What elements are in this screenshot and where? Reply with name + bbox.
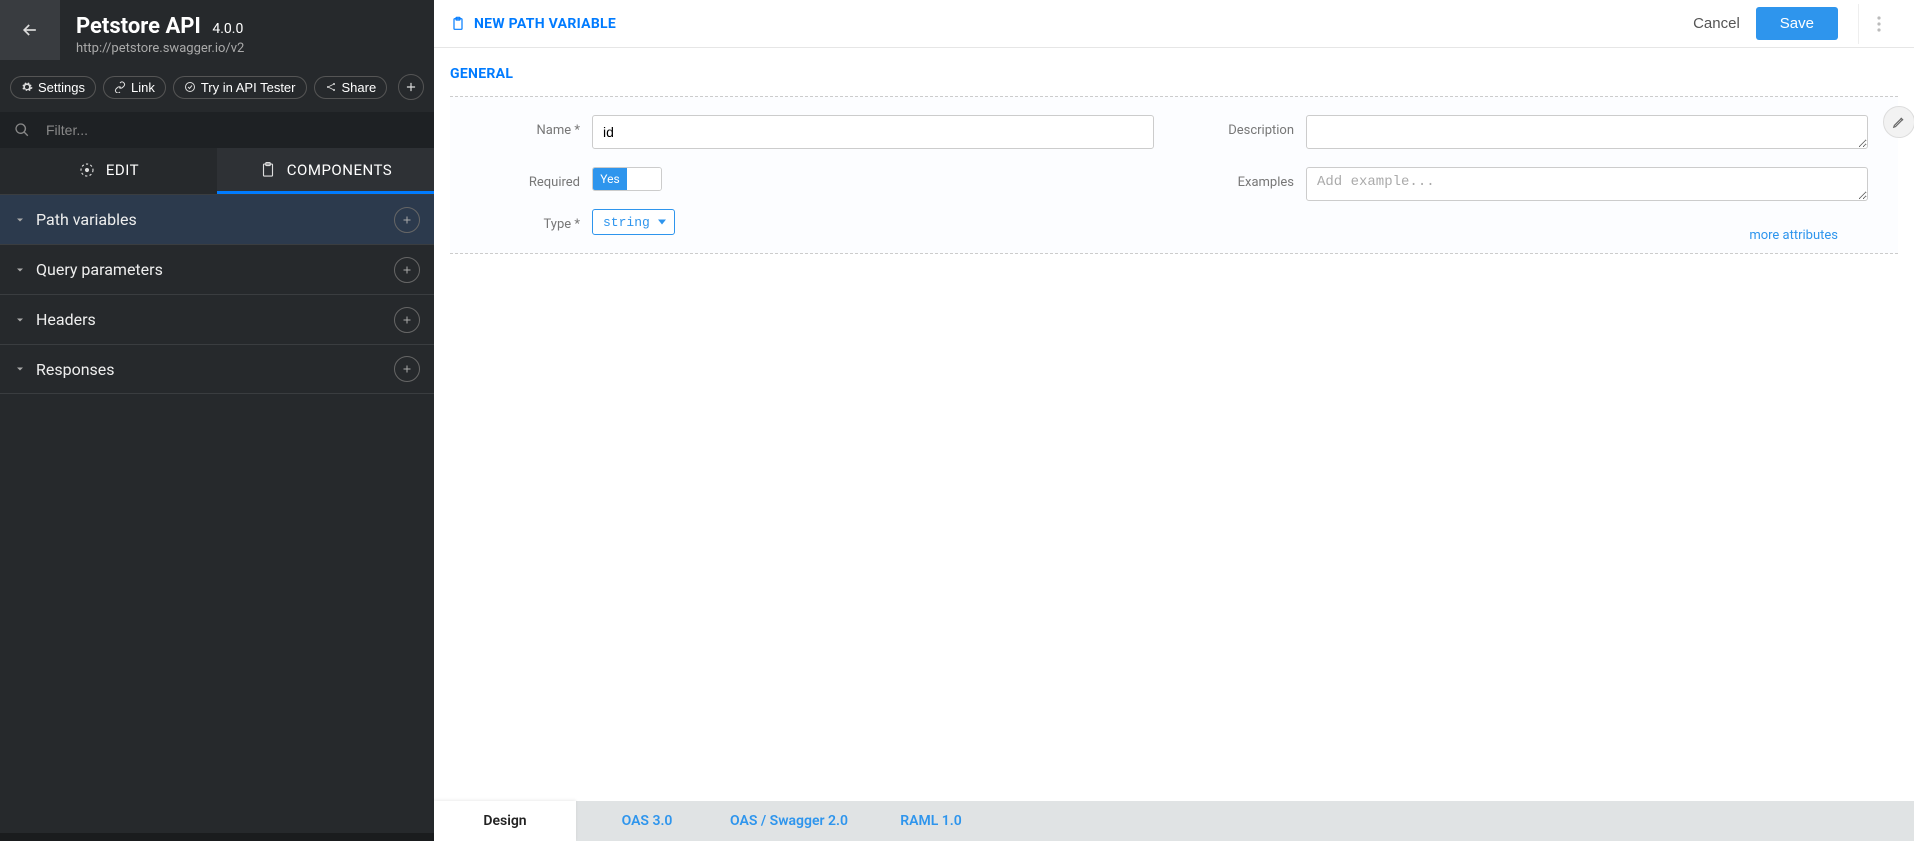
settings-button[interactable]: Settings xyxy=(10,76,96,99)
share-icon xyxy=(325,81,337,93)
clipboard-icon xyxy=(450,16,466,32)
back-button[interactable] xyxy=(0,0,60,60)
section-add-path-variables[interactable] xyxy=(394,207,420,233)
name-input[interactable] xyxy=(592,115,1154,149)
more-attributes-link[interactable]: more attributes xyxy=(1749,228,1838,243)
section-label: Query parameters xyxy=(36,260,394,279)
examples-label: Examples xyxy=(1194,167,1294,190)
pencil-icon xyxy=(1892,115,1906,129)
settings-label: Settings xyxy=(38,80,85,95)
section-headers[interactable]: Headers xyxy=(0,294,434,344)
check-circle-icon xyxy=(184,81,196,93)
plus-icon xyxy=(401,314,413,326)
tab-edit[interactable]: EDIT xyxy=(0,148,217,194)
section-path-variables[interactable]: Path variables xyxy=(0,194,434,244)
name-label: Name * xyxy=(480,115,580,138)
main-panel: NEW PATH VARIABLE Cancel Save GENERAL Na… xyxy=(434,0,1914,841)
search-icon xyxy=(14,122,30,138)
bottom-tab-oas2[interactable]: OAS / Swagger 2.0 xyxy=(718,801,860,841)
plus-icon xyxy=(401,363,413,375)
link-label: Link xyxy=(131,80,155,95)
share-label: Share xyxy=(342,80,377,95)
api-version: 4.0.0 xyxy=(212,21,243,37)
tab-edit-label: EDIT xyxy=(106,161,139,179)
add-button[interactable] xyxy=(398,74,424,100)
edit-fab-button[interactable] xyxy=(1883,106,1914,138)
section-add-responses[interactable] xyxy=(394,356,420,382)
link-icon xyxy=(114,81,126,93)
save-button[interactable]: Save xyxy=(1756,7,1838,40)
description-input[interactable] xyxy=(1306,115,1868,149)
filter-input[interactable] xyxy=(46,122,420,138)
section-responses[interactable]: Responses xyxy=(0,344,434,394)
bottom-tab-raml[interactable]: RAML 1.0 xyxy=(860,801,1002,841)
description-label: Description xyxy=(1194,115,1294,138)
plus-icon xyxy=(404,80,418,94)
sidebar: Petstore API 4.0.0 http://petstore.swagg… xyxy=(0,0,434,841)
plus-icon xyxy=(401,264,413,276)
try-api-tester-button[interactable]: Try in API Tester xyxy=(173,76,307,99)
api-url: http://petstore.swagger.io/v2 xyxy=(76,41,418,56)
required-yes: Yes xyxy=(593,168,627,190)
tab-components[interactable]: COMPONENTS xyxy=(217,148,434,194)
more-menu-button[interactable] xyxy=(1858,4,1898,44)
bottom-tab-design[interactable]: Design xyxy=(434,801,576,841)
gear-icon xyxy=(21,81,33,93)
type-label: Type * xyxy=(480,209,580,232)
section-query-parameters[interactable]: Query parameters xyxy=(0,244,434,294)
section-label: Headers xyxy=(36,310,394,329)
section-add-headers[interactable] xyxy=(394,307,420,333)
type-select[interactable]: string xyxy=(592,209,675,235)
link-button[interactable]: Link xyxy=(103,76,166,99)
tab-components-label: COMPONENTS xyxy=(287,161,392,179)
caret-down-icon xyxy=(14,314,26,326)
clipboard-icon xyxy=(259,161,277,179)
examples-input[interactable] xyxy=(1306,167,1868,201)
api-title: Petstore API xyxy=(76,14,201,39)
target-icon xyxy=(78,161,96,179)
cancel-button[interactable]: Cancel xyxy=(1677,7,1756,40)
required-toggle[interactable]: Yes xyxy=(592,167,662,191)
page-title: NEW PATH VARIABLE xyxy=(450,16,616,32)
general-section-title: GENERAL xyxy=(450,66,1898,82)
bottom-tab-oas3[interactable]: OAS 3.0 xyxy=(576,801,718,841)
more-vertical-icon xyxy=(1877,16,1881,32)
section-add-query-parameters[interactable] xyxy=(394,257,420,283)
required-label: Required xyxy=(480,167,580,190)
section-label: Path variables xyxy=(36,210,394,229)
caret-down-icon xyxy=(14,363,26,375)
caret-down-icon xyxy=(14,264,26,276)
share-button[interactable]: Share xyxy=(314,76,388,99)
plus-icon xyxy=(401,214,413,226)
caret-down-icon xyxy=(14,214,26,226)
try-label: Try in API Tester xyxy=(201,80,296,95)
bottom-tabs: Design OAS 3.0 OAS / Swagger 2.0 RAML 1.… xyxy=(434,801,1914,841)
page-title-text: NEW PATH VARIABLE xyxy=(474,16,616,32)
section-label: Responses xyxy=(36,360,394,379)
